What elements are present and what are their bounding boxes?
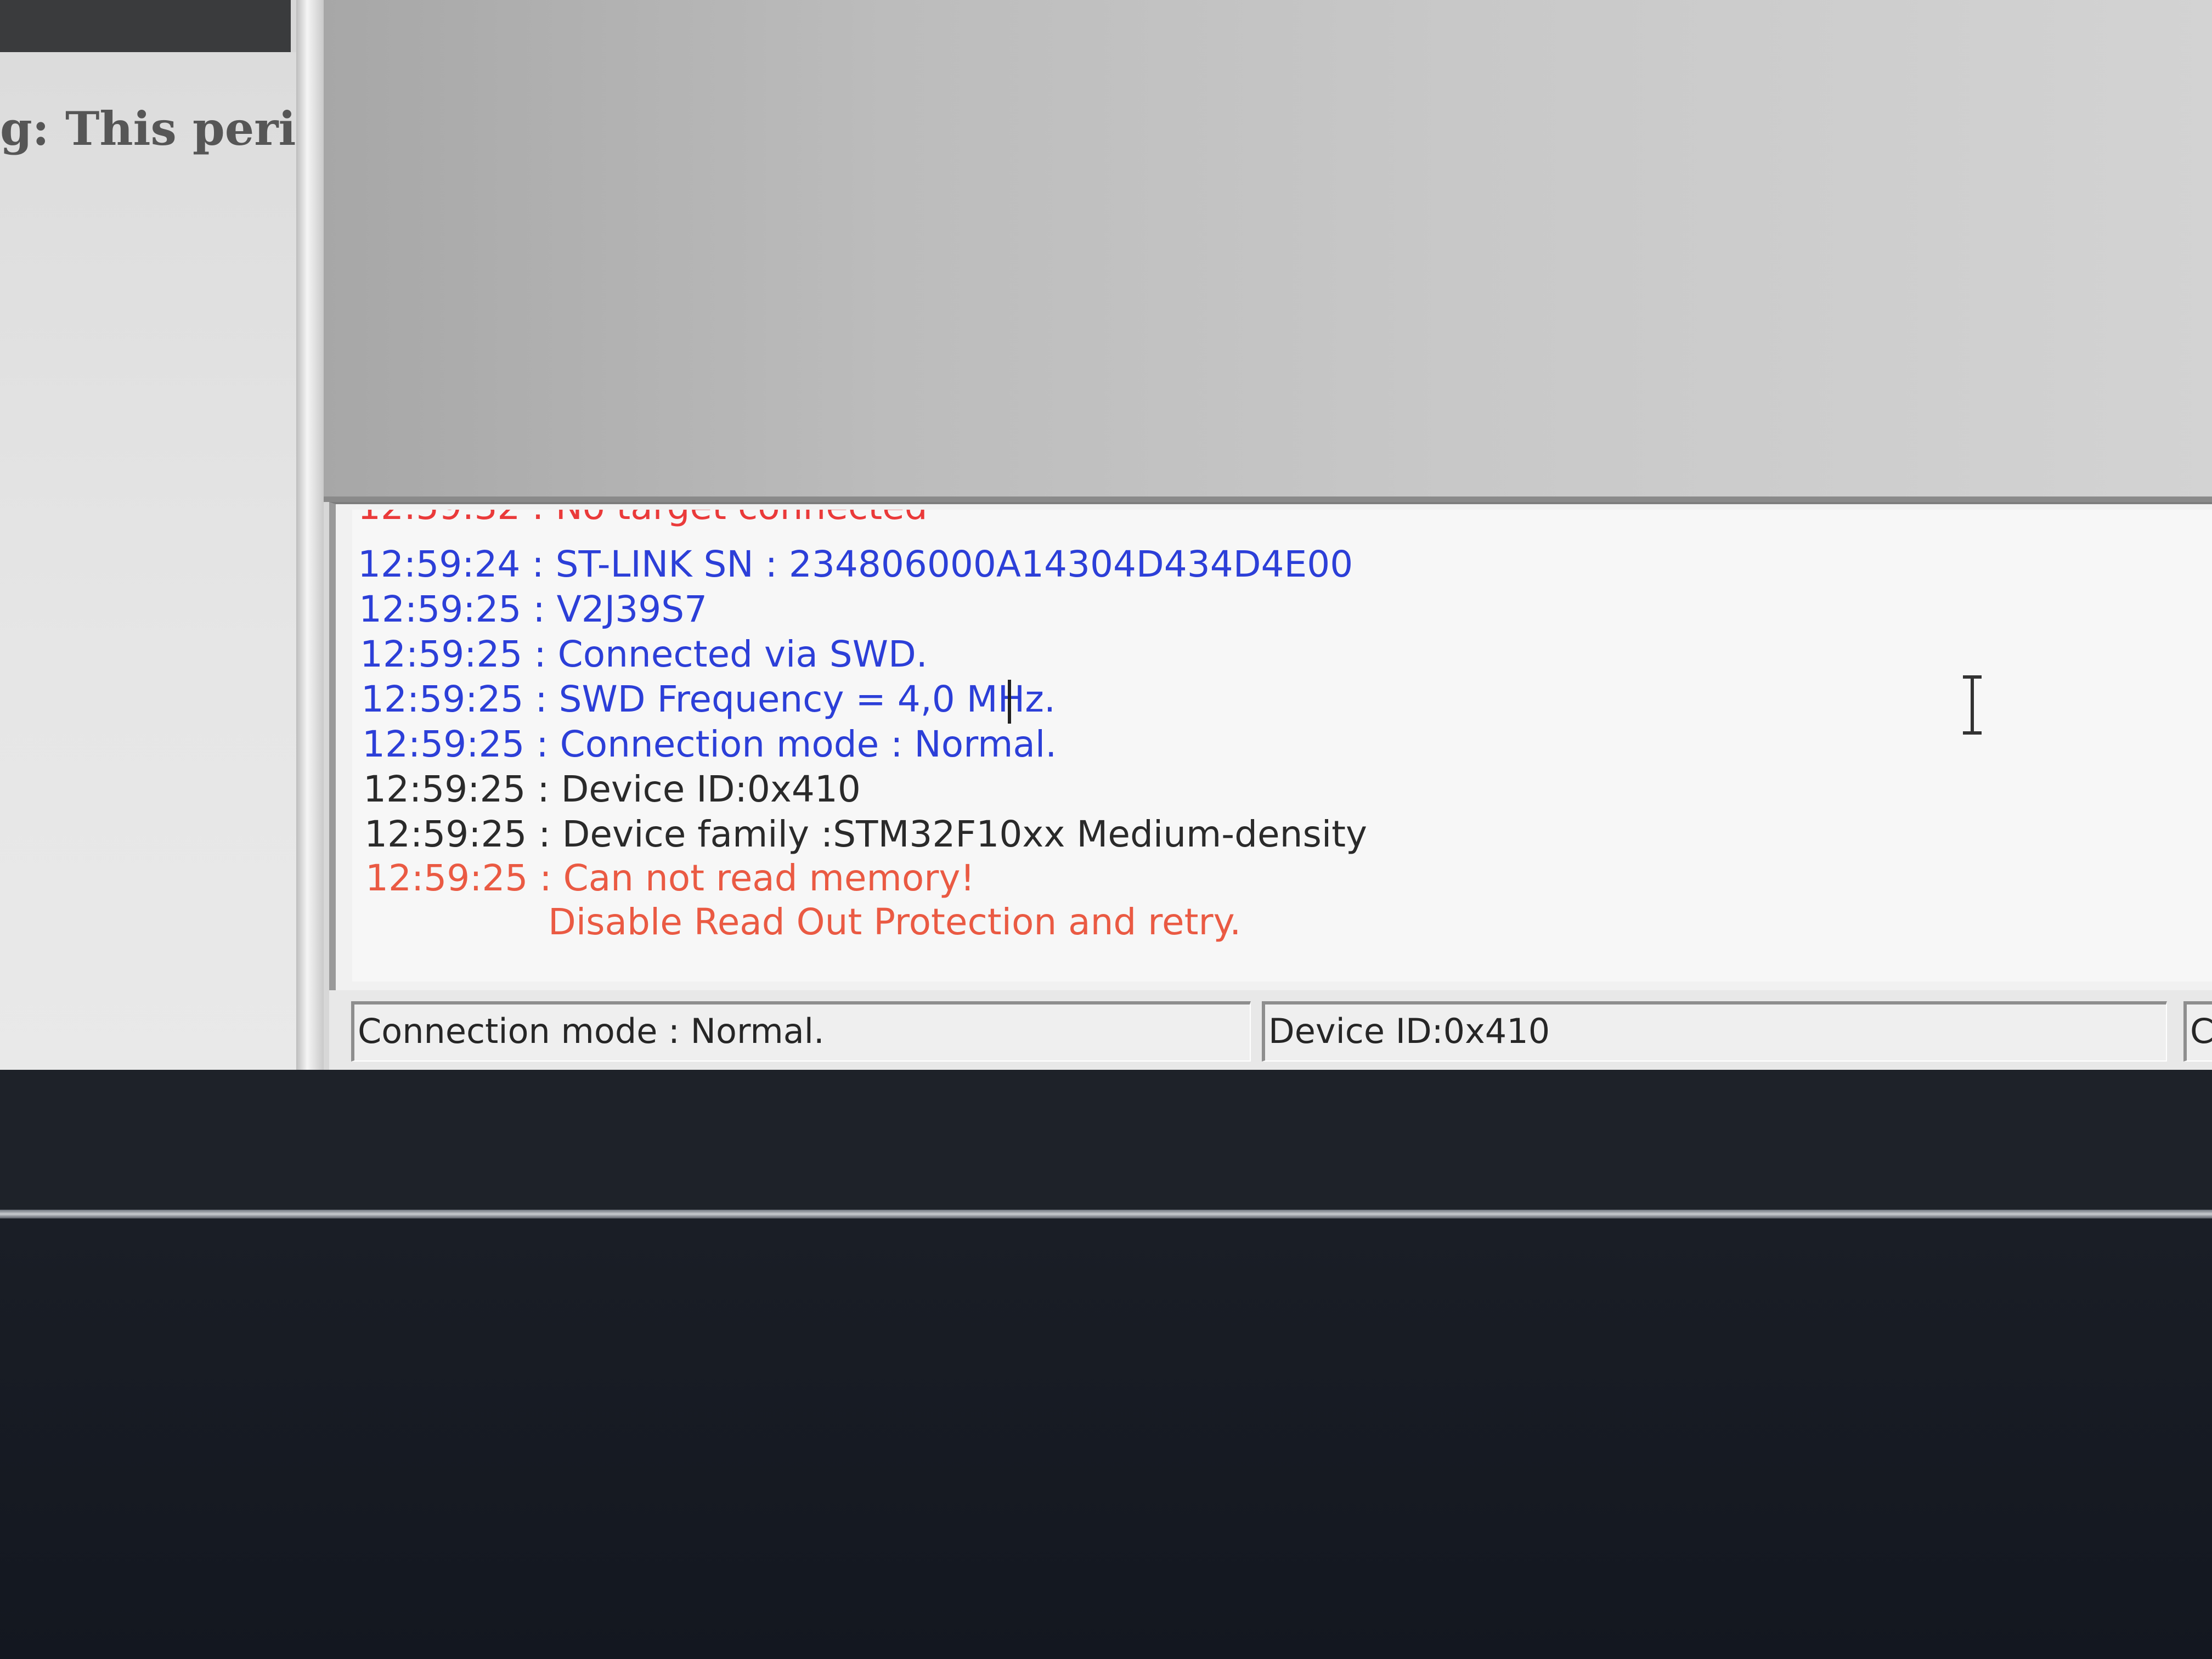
log-line-4: 12:59:25 : SWD Frequency = 4,0 MHz. bbox=[361, 678, 1056, 720]
log-textarea[interactable]: 12:59:32 : No target connected 12:59:24 … bbox=[352, 510, 2212, 981]
ibeam-cursor-icon bbox=[1963, 675, 1982, 735]
text-cursor bbox=[1008, 680, 1011, 724]
status-connection-mode: Connection mode : Normal. bbox=[351, 1001, 1251, 1062]
log-panel: 12:59:32 : No target connected 12:59:24 … bbox=[329, 502, 2212, 992]
desk-surface bbox=[0, 1218, 2212, 1659]
status-bar: Connection mode : Normal. Device ID:0x41… bbox=[329, 990, 2212, 1070]
log-line-1: 12:59:24 : ST-LINK SN : 234806000A14304D… bbox=[358, 543, 1353, 585]
log-line-5: 12:59:25 : Connection mode : Normal. bbox=[362, 723, 1057, 765]
status-device-id: Device ID:0x410 bbox=[1262, 1001, 2167, 1062]
log-line-2: 12:59:25 : V2J39S7 bbox=[359, 588, 708, 630]
side-panel: g: This periphe bbox=[0, 52, 296, 1070]
log-line-9: Disable Read Out Protection and retry. bbox=[548, 901, 1242, 943]
log-line-0: 12:59:32 : No target connected bbox=[358, 510, 928, 529]
monitor-bezel-edge bbox=[0, 1210, 2212, 1218]
memory-view-area bbox=[324, 0, 2212, 502]
log-line-3: 12:59:25 : Connected via SWD. bbox=[360, 633, 928, 675]
monitor-bezel bbox=[0, 1070, 2212, 1210]
left-title-bar bbox=[0, 0, 291, 52]
log-line-8: 12:59:25 : Can not read memory! bbox=[365, 857, 975, 899]
log-line-7: 12:59:25 : Device family :STM32F10xx Med… bbox=[364, 813, 1368, 855]
status-extra: C bbox=[2183, 1001, 2212, 1062]
panel-splitter[interactable] bbox=[296, 0, 324, 1070]
log-line-6: 12:59:25 : Device ID:0x410 bbox=[363, 768, 861, 810]
screen: g: This periphe 12:59:32 : No target con… bbox=[0, 0, 2212, 1070]
side-panel-text: g: This periphe bbox=[0, 101, 296, 156]
